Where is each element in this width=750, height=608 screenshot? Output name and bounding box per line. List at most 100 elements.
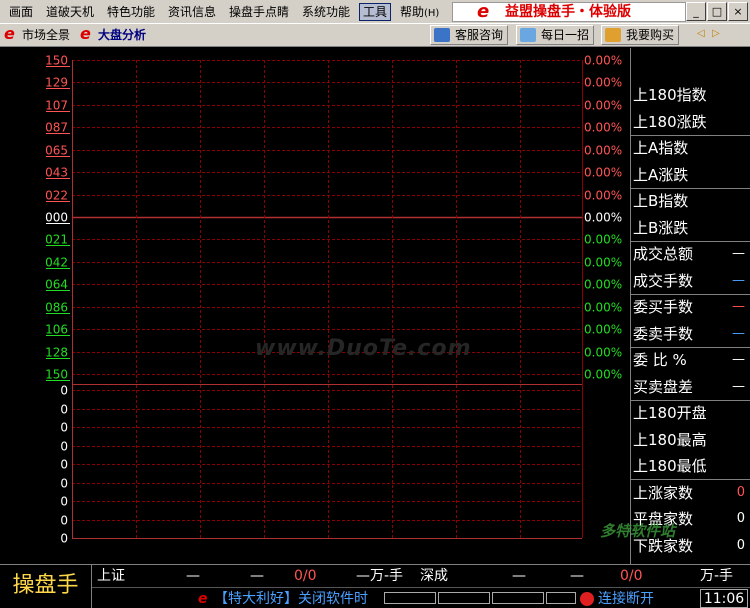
volume-tick-label: 0 [60,403,68,417]
buy-button[interactable]: 我要购买 [601,25,680,45]
side-row-label: 成交手数 [633,271,694,290]
price-tick-label: 043 [45,166,68,180]
product-logo: 操盘手 [0,565,92,608]
side-row-label: 上180指数 [633,86,707,104]
price-tick-label: 000 [45,211,68,225]
side-row: 上B涨跌 [631,215,750,241]
side-row: 上180最低 [631,453,750,479]
emoney-e-icon: e [4,24,15,43]
side-row: 上180指数 [631,82,750,108]
side-row: 上180开盘 [631,400,750,426]
bottom-bar: 操盘手 上证 — — 0/0 —万-手 深成 — — 0/0 万-手 e 【特大… [0,564,750,608]
percent-tick-label: 0.00% [584,144,622,158]
nav-right-icon[interactable]: ▷ [712,28,720,39]
menu-system[interactable]: 系统功能 [299,3,353,21]
status-bar: e 【特大利好】关闭软件时 连接断开 11:06 [92,587,750,608]
volume-tick-label: 0 [60,495,68,509]
connection-status[interactable]: 连接断开 [598,590,654,608]
minimize-button[interactable]: _ [686,2,706,21]
sz-value: — [512,568,526,584]
side-row: 上A涨跌 [631,162,750,188]
volume-tick-label: 0 [60,458,68,472]
sh-value: — [186,568,200,584]
price-tick-label: 107 [45,99,68,113]
side-row: 上180最高 [631,427,750,453]
sh-label: 上证 [97,568,125,584]
menu-dianjing[interactable]: 操盘手点睛 [226,3,292,21]
menu-daopo[interactable]: 道破天机 [43,3,97,21]
percent-tick-label: 0.00% [584,99,622,113]
sh-change: — [250,568,264,584]
side-row: 上涨家数 0 [631,480,750,506]
percent-tick-label: 0.00% [584,121,622,135]
price-tick-label: 065 [45,144,68,158]
price-tick-label: 086 [45,301,68,315]
daily-tip-button[interactable]: 每日一招 [516,25,595,45]
brand-banner: e 益盟操盘手・体验版 [452,2,686,22]
watermark: www.DuoTe.com [255,336,472,361]
menu-help-hotkey: (H) [424,8,440,19]
menu-help[interactable]: 帮助(H) [397,3,442,21]
close-button[interactable]: × [728,2,748,21]
side-row: 委卖手数 — [631,321,750,347]
button-label: 客服咨询 [455,28,504,42]
side-row-value: — [732,272,745,288]
price-tick-label: 106 [45,323,68,337]
sh-volume: —万-手 [356,568,404,584]
cart-icon [605,28,621,42]
promo-link[interactable]: 【特大利好】关闭软件时 [214,590,368,608]
maximize-button[interactable]: □ [707,2,727,21]
customer-service-button[interactable]: 客服咨询 [430,25,509,45]
menu-tools[interactable]: 工具 [359,3,392,21]
side-row-label: 委卖手数 [633,324,694,343]
tab-market-analysis[interactable]: e 大盘分析 [78,25,146,45]
side-row-label: 上A指数 [633,139,689,157]
side-row-value: — [732,352,745,367]
percent-tick-label: 0.00% [584,256,622,270]
side-row: 委 比 % — [631,347,750,373]
menu-news[interactable]: 资讯信息 [165,3,219,21]
menu-features[interactable]: 特色功能 [104,3,158,21]
side-row: 成交手数 — [631,268,750,294]
price-tick-label: 150 [45,368,68,382]
side-row-value: — [732,299,745,314]
nav-left-icon[interactable]: ◁ [697,28,705,39]
sz-change: — [570,568,584,584]
side-row: 买卖盘差 — [631,374,750,400]
progress-slot [492,592,544,604]
sz-updown-count: 0/0 [620,568,643,584]
percent-tick-label: 0.00% [584,76,622,90]
price-tick-label: 129 [45,76,68,90]
volume-tick-label: 0 [60,477,68,491]
side-row-value: — [732,246,745,261]
tab-label: 大盘分析 [98,28,147,42]
side-row-label: 委 比 % [633,351,687,369]
volume-tick-label: 0 [60,514,68,528]
volume-tick-label: 0 [60,440,68,454]
menu-screen[interactable]: 画面 [6,3,36,21]
price-tick-label: 150 [45,54,68,68]
side-row-value: 0 [736,484,745,500]
side-row-label: 上180最低 [633,457,707,475]
sh-updown-count: 0/0 [294,568,317,584]
chart-canvas: 150 0.00% 129 0.00% 107 0.00% 087 0.00% 065 0.00%… [45,54,622,546]
price-tick-label: 064 [45,278,68,292]
percent-tick-label: 0.00% [584,233,622,247]
side-row: 上180涨跌 [631,109,750,135]
button-label: 我要购买 [626,28,675,42]
sz-volume: 万-手 [700,568,734,584]
side-row-label: 上A涨跌 [633,165,689,184]
percent-tick-label: 0.00% [584,278,622,292]
button-label: 每日一招 [541,28,590,42]
sz-label: 深成 [420,568,448,584]
menu-bar: 画面 道破天机 特色功能 资讯信息 操盘手点睛 系统功能 工具 帮助(H) e … [0,0,750,24]
side-row-label: 上180涨跌 [633,112,707,131]
percent-tick-label: 0.00% [584,301,622,315]
price-tick-label: 087 [45,121,68,135]
price-tick-label: 021 [45,233,68,247]
menu-help-label: 帮助 [400,5,425,19]
side-row: 委买手数 — [631,294,750,320]
tab-market-overview[interactable]: e 市场全景 [2,25,70,45]
intraday-chart[interactable]: 150 0.00% 129 0.00% 107 0.00% 087 0.00% 065 0.00%… [0,48,630,564]
percent-tick-label: 0.00% [584,368,622,382]
